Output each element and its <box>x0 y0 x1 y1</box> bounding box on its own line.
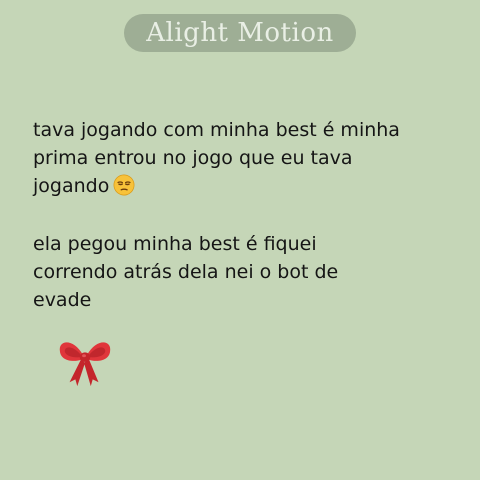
post-paragraph-2: ela pegou minha best é fiquei correndo a… <box>33 230 463 314</box>
paragraph-1-text: tava jogando com minha best é minha prim… <box>33 119 400 197</box>
watermark-label: Alight Motion <box>146 18 334 48</box>
paragraph-2-text: ela pegou minha best é fiquei correndo a… <box>33 233 339 311</box>
post-paragraph-1: tava jogando com minha best é minha prim… <box>33 116 463 200</box>
alight-motion-watermark: Alight Motion <box>124 14 356 52</box>
ribbon-bow-icon <box>59 342 111 387</box>
unamused-face-icon <box>113 174 135 196</box>
